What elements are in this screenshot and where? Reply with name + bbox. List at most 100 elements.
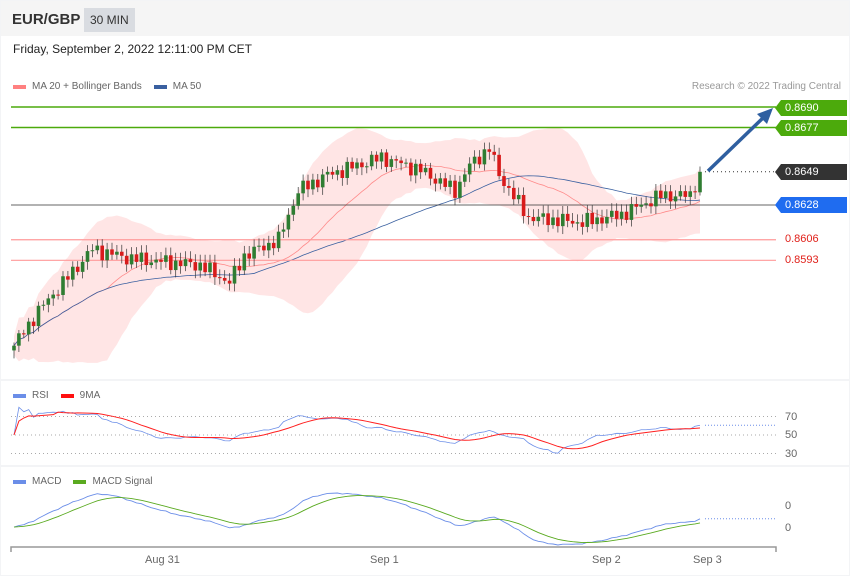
candle-body [369, 154, 374, 167]
candle-body [193, 262, 198, 271]
candle-body [247, 253, 251, 259]
candle-body [389, 159, 394, 167]
candle-body [610, 210, 614, 217]
candle-body [56, 294, 60, 296]
candle-body [271, 242, 276, 249]
candle-body [688, 191, 692, 197]
rsi-ma-line [13, 411, 701, 450]
candle-body [26, 321, 31, 335]
resistance-2-label: 0.8690 [775, 100, 847, 116]
candle-body [365, 166, 369, 168]
candle-body [541, 213, 545, 217]
candle-body [80, 261, 85, 272]
candle-body [51, 294, 55, 299]
candle-body [629, 204, 634, 220]
candle-body [374, 154, 379, 162]
candle-body [301, 180, 305, 194]
macd-signal-line [13, 495, 701, 543]
candle-body [281, 229, 286, 232]
candle-body [139, 252, 144, 262]
resistance-1-label: 0.8677 [775, 120, 847, 136]
candle-body [173, 260, 178, 271]
candle-body [644, 203, 648, 205]
candle-body [31, 321, 36, 327]
candle-body [683, 191, 688, 197]
last-price-label: 0.8649 [775, 164, 847, 180]
macd-axis-upper: 0 [785, 500, 792, 512]
candle-body [453, 180, 457, 198]
candle-body [472, 156, 477, 164]
candle-body [267, 242, 271, 251]
candle-body [418, 163, 423, 173]
support-2-label: 0.8593 [785, 254, 819, 266]
candle-body [213, 262, 217, 278]
candle-body [340, 170, 345, 178]
candle-body [36, 305, 41, 327]
candle-body [208, 262, 212, 273]
candle-body [262, 245, 266, 251]
candle-body [159, 259, 163, 262]
macd-line [13, 492, 701, 546]
candle-body [227, 280, 232, 284]
candle-body [512, 187, 516, 200]
candle-body [75, 266, 80, 272]
candle-body [355, 162, 359, 169]
candle-body [531, 216, 536, 222]
candle-body [291, 205, 296, 215]
candle-body [120, 251, 124, 256]
time-label-aug31: Aug 31 [145, 554, 180, 566]
candle-body [502, 176, 506, 186]
macd-axis-lower: 0 [785, 522, 792, 534]
candle-body [154, 259, 158, 263]
candle-body [41, 304, 46, 306]
candle-body [66, 276, 70, 280]
candle-body [600, 217, 604, 224]
candle-body [438, 178, 443, 184]
candle-body [673, 196, 678, 202]
candle-body [448, 180, 452, 187]
candle-body [497, 154, 501, 177]
rsi-axis-30: 30 [785, 448, 798, 460]
forecast-arrow [706, 114, 767, 173]
candle-body [90, 250, 95, 252]
candle-body [663, 191, 668, 199]
candle-body [17, 333, 21, 346]
candle-body [443, 178, 447, 187]
candle-body [242, 253, 247, 271]
candle-body [325, 171, 330, 175]
candle-body [129, 254, 134, 265]
candle-body [252, 246, 256, 259]
candle-body [335, 170, 340, 175]
candle-body [565, 213, 570, 221]
candle-body [237, 265, 242, 271]
candle-body [526, 216, 531, 218]
candle-body [614, 210, 619, 219]
candle-body [585, 212, 590, 227]
candle-body [164, 255, 168, 262]
candle-body [203, 262, 207, 273]
candle-body [188, 259, 193, 263]
candle-body [516, 194, 521, 200]
candle-body [521, 194, 526, 217]
candle-body [178, 260, 183, 267]
candle-body [134, 254, 139, 262]
candle-body [668, 191, 673, 202]
pivot-label: 0.8628 [775, 197, 847, 213]
candle-body [487, 149, 492, 152]
chart-canvas[interactable] [0, 0, 850, 576]
candle-body [46, 298, 51, 305]
time-label-sep3: Sep 3 [693, 554, 722, 566]
candle-body [296, 193, 300, 206]
time-label-sep1: Sep 1 [370, 554, 399, 566]
candle-body [100, 245, 104, 261]
candle-body [85, 251, 90, 262]
time-axis [10, 546, 777, 552]
candle-body [198, 262, 202, 271]
time-label-sep2: Sep 2 [592, 554, 621, 566]
candle-body [61, 276, 65, 295]
candle-body [580, 222, 585, 227]
candle-body [458, 181, 462, 198]
candle-body [482, 149, 487, 165]
candle-body [95, 245, 100, 251]
candle-body [423, 167, 428, 173]
